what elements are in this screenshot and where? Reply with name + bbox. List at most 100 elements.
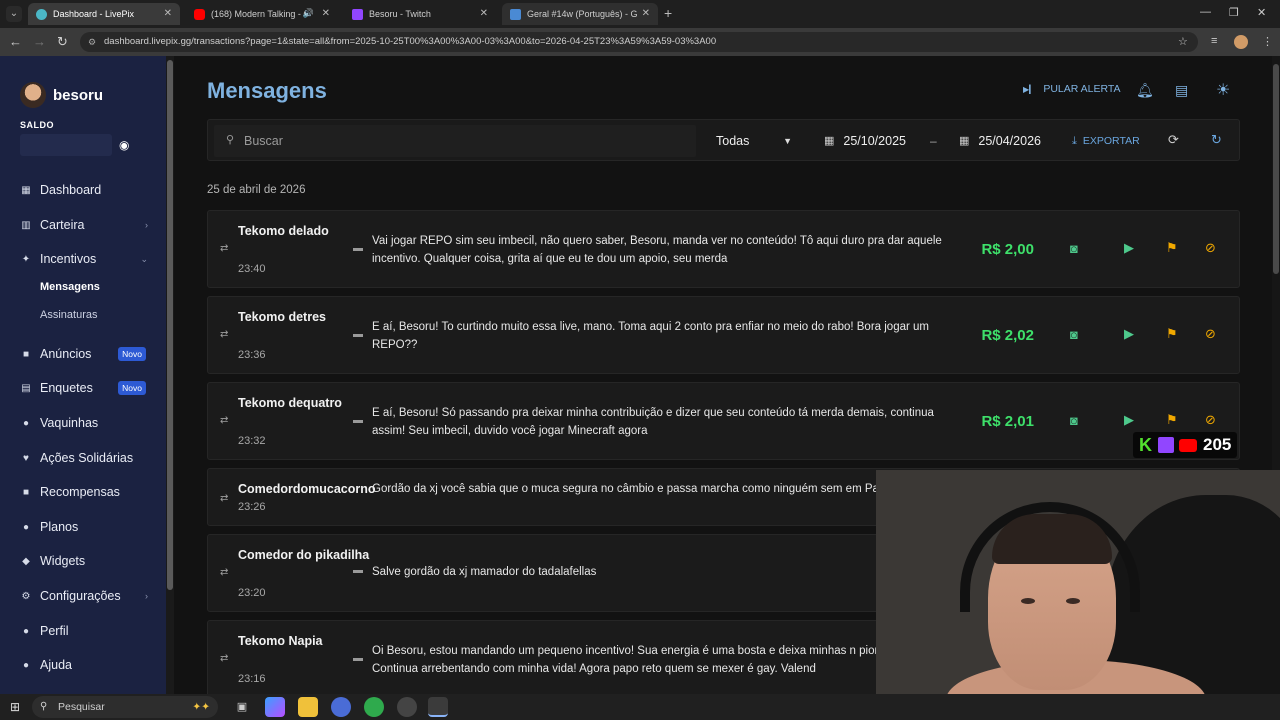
browser-tab-gartic[interactable]: Geral #14w (Português) - Garti ✕: [502, 3, 658, 25]
sync-icon[interactable]: ⟳: [1168, 132, 1179, 148]
sidebar-item-acoes-solidarias[interactable]: ♥ Ações Solidárias: [20, 448, 150, 468]
kick-logo-icon: K: [1139, 434, 1152, 455]
replay-play-icon[interactable]: ▶: [1124, 412, 1134, 428]
notifications-bell-icon[interactable]: 🔔︎: [1136, 82, 1154, 99]
message-row[interactable]: ⇄ Tekomo delado 23:40 ▬ Vai jogar REPO s…: [207, 210, 1240, 288]
skip-icon: ▶▎: [1023, 84, 1036, 94]
close-window-icon[interactable]: ✕: [1257, 6, 1266, 19]
browser-tab-youtube[interactable]: (168) Modern Talking - Che 🔊 ✕: [186, 3, 338, 25]
calendar-icon: ▦: [959, 135, 970, 147]
new-badge: Novo: [118, 347, 146, 361]
page-title: Mensagens: [207, 78, 327, 103]
sidebar-item-anuncios[interactable]: ■ Anúncios Novo: [20, 344, 150, 364]
sidebar-scrollbar[interactable]: [166, 56, 174, 694]
filter-bar: ⚲ Todas ▼ ▦ 25/10/2025 – ▦ 25/04/2026 ⤓ …: [207, 119, 1240, 161]
search-field[interactable]: ⚲: [214, 125, 696, 157]
taskbar-search[interactable]: ⚲ Pesquisar ✦✦: [32, 696, 218, 718]
replay-play-icon[interactable]: ▶: [1124, 240, 1134, 256]
file-explorer-icon[interactable]: [298, 697, 318, 717]
reload-icon[interactable]: ↻: [57, 34, 68, 50]
report-flag-icon[interactable]: ⚑: [1166, 412, 1178, 428]
browser-tab-livepix[interactable]: Dashboard - LivePix ✕: [28, 3, 180, 25]
sidebar-item-planos[interactable]: ● Planos: [20, 517, 150, 537]
export-button[interactable]: ⤓ EXPORTAR: [1072, 125, 1140, 157]
site-info-icon[interactable]: ⚙: [88, 32, 96, 52]
tts-voice-icon[interactable]: ◙: [1070, 327, 1078, 342]
close-tab-icon[interactable]: ✕: [164, 8, 172, 19]
sidebar-item-configuracoes[interactable]: ⚙ Configurações ›: [20, 586, 150, 606]
chrome-app-icon[interactable]: [364, 697, 384, 717]
webcam-eye: [1066, 598, 1080, 604]
browser-menu-icon[interactable]: ⋮: [1262, 35, 1273, 48]
tts-voice-icon[interactable]: ◙: [1070, 241, 1078, 256]
replay-play-icon[interactable]: ▶: [1124, 326, 1134, 342]
forward-icon[interactable]: →: [33, 34, 46, 49]
scrollbar-thumb[interactable]: [167, 60, 173, 590]
sidebar-item-carteira[interactable]: ▥ Carteira ›: [20, 215, 150, 235]
export-label: EXPORTAR: [1082, 135, 1140, 147]
report-flag-icon[interactable]: ⚑: [1166, 240, 1178, 256]
settings-icon: ⚙: [21, 590, 31, 602]
message-time: 23:20: [238, 587, 266, 599]
message-bubble-icon: ▬: [353, 329, 363, 340]
sidebar-item-enquetes[interactable]: ▤ Enquetes Novo: [20, 378, 150, 398]
sidebar-item-dashboard[interactable]: ▦ Dashboard: [20, 180, 150, 200]
sidebar-item-incentivos[interactable]: ✦ Incentivos ⌄: [20, 249, 150, 269]
message-row[interactable]: ⇄ Tekomo detres 23:36 ▬ E aí, Besoru! To…: [207, 296, 1240, 374]
message-row[interactable]: ⇄ Tekomo dequatro 23:32 ▬ E aí, Besoru! …: [207, 382, 1240, 460]
gartic-favicon-icon: [510, 8, 521, 20]
sidebar-item-widgets[interactable]: ◆ Widgets: [20, 551, 150, 571]
new-tab-icon[interactable]: +: [664, 5, 672, 21]
sidebar-subitem-assinaturas[interactable]: Assinaturas: [40, 309, 97, 321]
user-profile[interactable]: besoru: [20, 82, 103, 108]
sidebar-item-perfil[interactable]: ● Perfil: [20, 621, 150, 641]
sidebar-item-vaquinhas[interactable]: ● Vaquinhas: [20, 413, 150, 433]
task-view-icon[interactable]: ▣: [232, 697, 252, 717]
block-icon[interactable]: ⊘: [1205, 412, 1216, 428]
sidebar-subitem-mensagens[interactable]: Mensagens: [40, 281, 100, 293]
skip-alert-button[interactable]: ▶▎ PULAR ALERTA: [1023, 83, 1121, 95]
back-icon[interactable]: ←: [9, 34, 22, 49]
tab-title: Geral #14w (Português) - Garti: [527, 9, 637, 19]
date-from-picker[interactable]: ▦ 25/10/2025: [824, 125, 906, 157]
minimize-icon[interactable]: —: [1200, 6, 1211, 18]
date-to-picker[interactable]: ▦ 25/04/2026: [959, 125, 1041, 157]
date-range-separator: –: [930, 134, 937, 148]
message-bubble-icon: ▬: [353, 243, 363, 254]
show-balance-eye-icon[interactable]: ◉: [119, 138, 129, 152]
copilot-app-icon[interactable]: [265, 697, 285, 717]
discord-app-icon[interactable]: [331, 697, 351, 717]
layout-toggle-icon[interactable]: ▤: [1175, 82, 1188, 99]
address-bar[interactable]: ⚙ dashboard.livepix.gg/transactions?page…: [80, 32, 1198, 52]
block-icon[interactable]: ⊘: [1205, 240, 1216, 256]
windows-start-icon[interactable]: ⊞: [10, 700, 20, 714]
download-icon: ⤓: [1072, 135, 1077, 147]
obs-app-icon[interactable]: [397, 697, 417, 717]
report-flag-icon[interactable]: ⚑: [1166, 326, 1178, 342]
sidebar-item-recompensas[interactable]: ■ Recompensas: [20, 482, 150, 502]
close-tab-icon[interactable]: ✕: [642, 8, 650, 19]
restore-icon[interactable]: ❐: [1229, 6, 1239, 19]
status-select[interactable]: Todas ▼: [706, 125, 800, 157]
close-tab-icon[interactable]: ✕: [322, 8, 330, 19]
audio-playing-icon[interactable]: 🔊: [303, 8, 314, 19]
browser-tab-twitch[interactable]: Besoru - Twitch ✕: [344, 3, 496, 25]
message-text: Vai jogar REPO sim seu imbecil, não quer…: [372, 235, 942, 265]
theme-sun-icon[interactable]: ☀: [1216, 80, 1230, 100]
tts-voice-icon[interactable]: ◙: [1070, 413, 1078, 428]
block-icon[interactable]: ⊘: [1205, 326, 1216, 342]
chrome-active-app-icon[interactable]: [428, 697, 448, 717]
sidebar-item-ajuda[interactable]: ● Ajuda: [20, 655, 150, 675]
webcam-eye: [1021, 598, 1035, 604]
sidebar-item-label: Planos: [40, 520, 79, 534]
message-time: 23:26: [238, 501, 266, 513]
livepix-favicon-icon: [36, 8, 47, 20]
profile-avatar[interactable]: [1234, 35, 1248, 49]
search-input[interactable]: [244, 131, 684, 151]
scrollbar-thumb[interactable]: [1273, 64, 1279, 274]
reading-list-icon[interactable]: ≡: [1211, 35, 1217, 47]
tab-search-icon[interactable]: ⌄: [6, 6, 22, 22]
close-tab-icon[interactable]: ✕: [480, 8, 488, 19]
refresh-icon[interactable]: ↻: [1211, 132, 1222, 148]
bookmark-star-icon[interactable]: ☆: [1178, 35, 1188, 48]
